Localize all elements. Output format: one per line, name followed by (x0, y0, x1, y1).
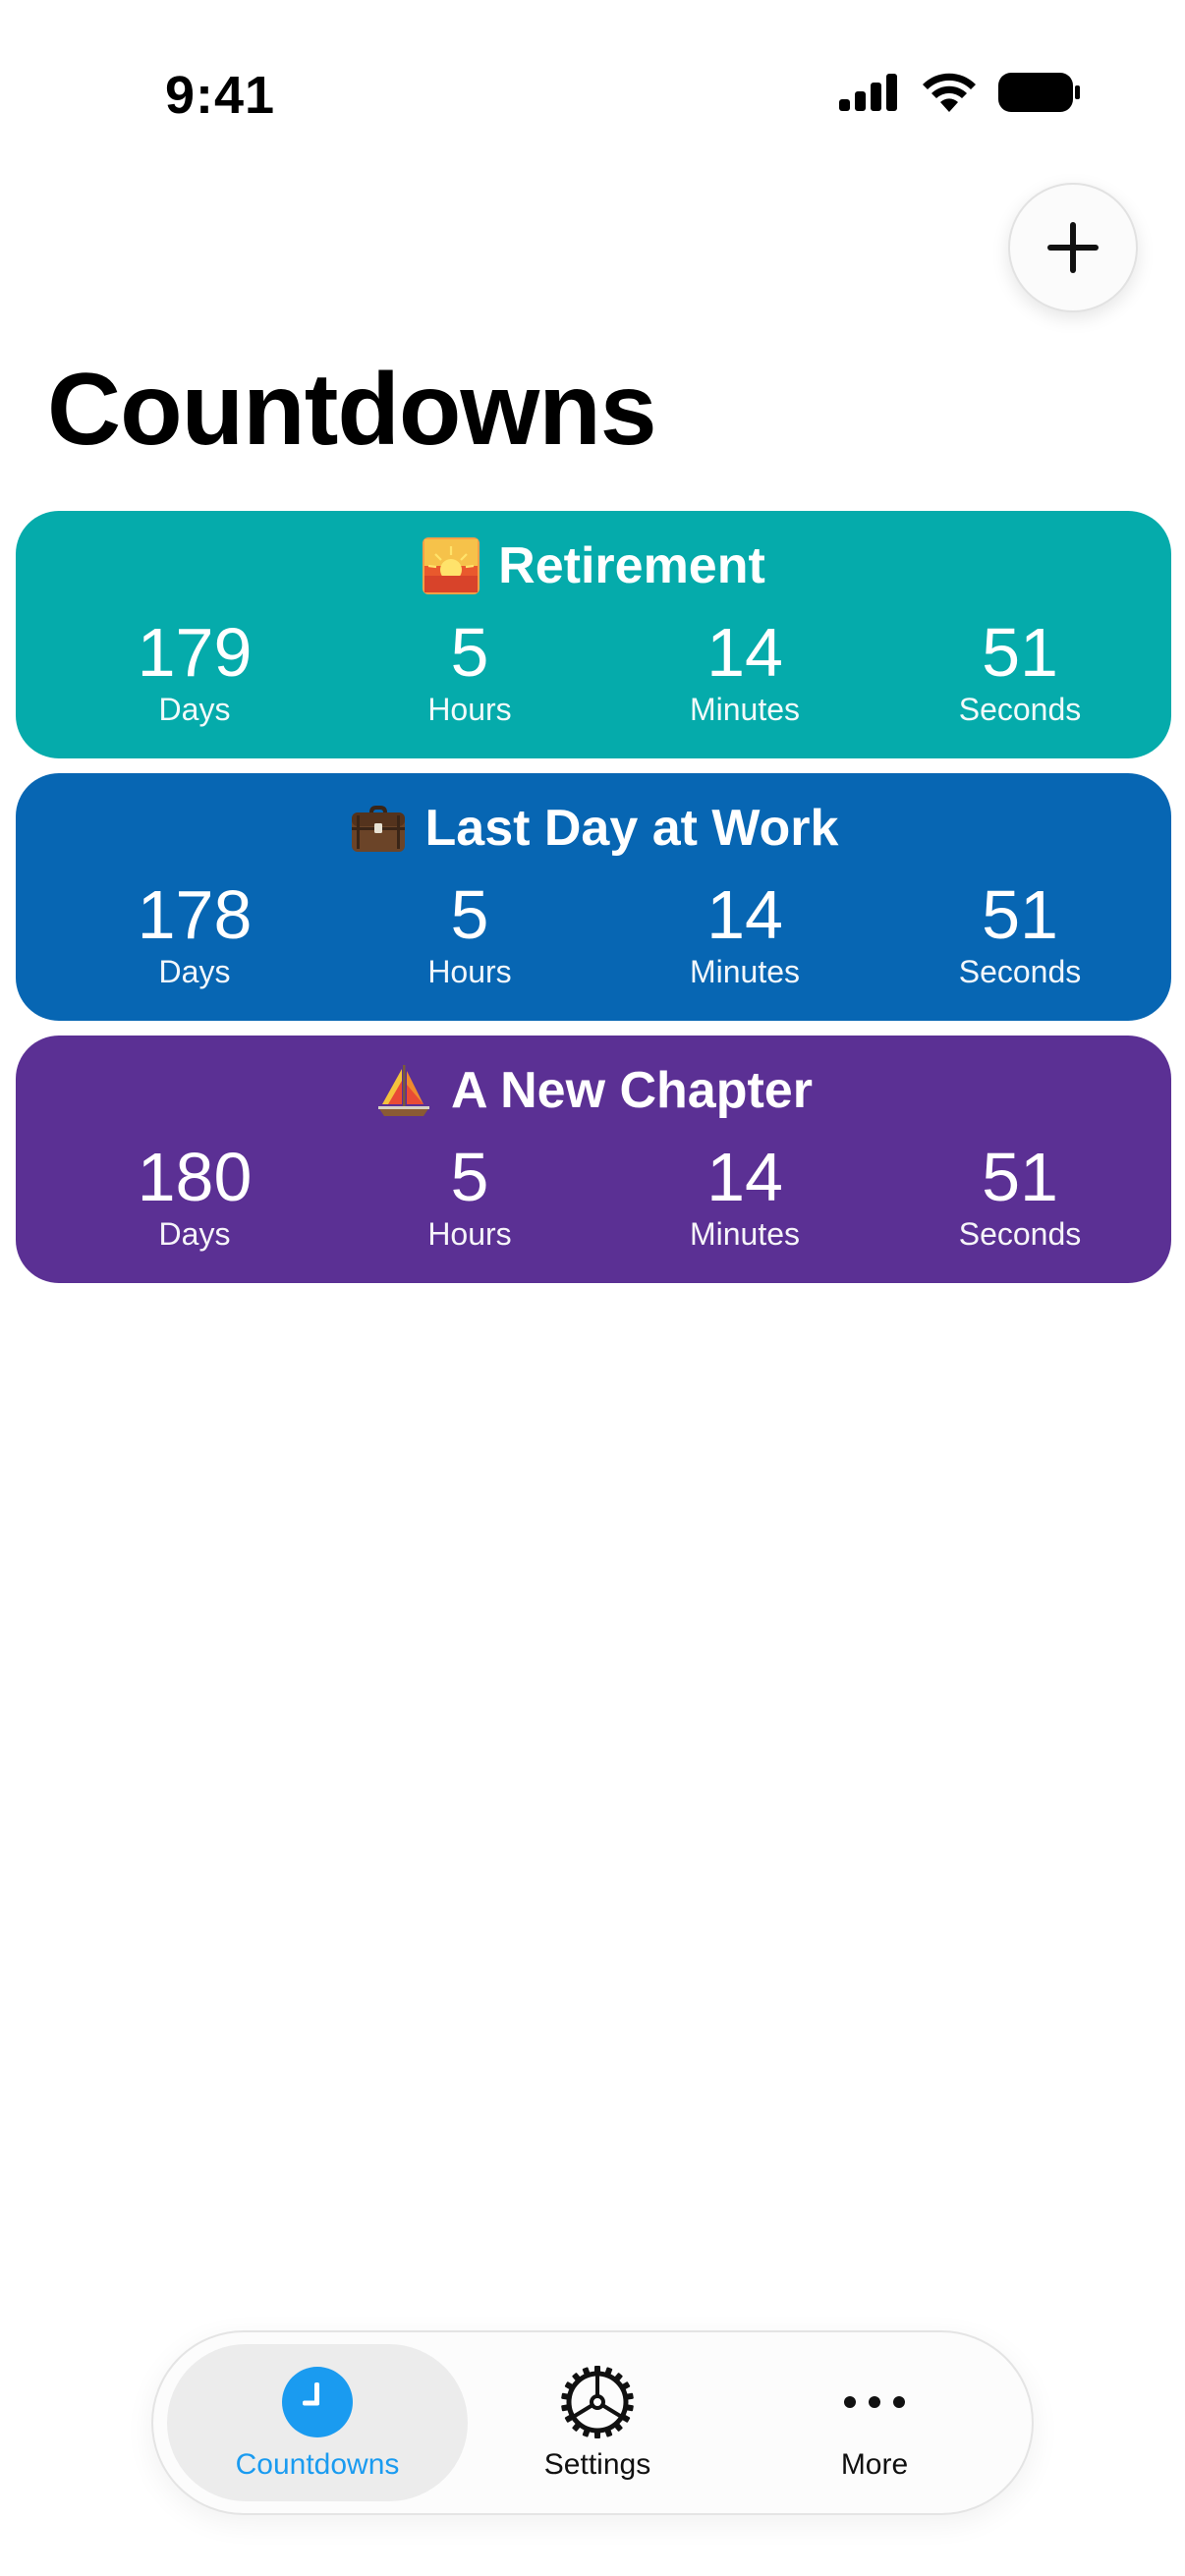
countdown-name: Last Day at Work (424, 800, 839, 857)
hours-label: Hours (427, 1216, 512, 1252)
minutes-value: 14 (706, 876, 783, 953)
minutes-value: 14 (706, 614, 783, 691)
days-label: Days (158, 954, 231, 989)
days-label: Days (158, 1216, 231, 1252)
seconds-unit: 51 Seconds (882, 615, 1157, 729)
minutes-label: Minutes (689, 692, 801, 727)
seconds-value: 51 (982, 614, 1058, 691)
tab-label: More (840, 2448, 909, 2481)
minutes-unit: 14 Minutes (607, 615, 882, 729)
countdown-card-a-new-chapter[interactable]: A New Chapter 180 Days 5 Hours 14 Minute… (16, 1036, 1171, 1283)
tab-label: Settings (543, 2448, 651, 2481)
hours-unit: 5 Hours (332, 615, 607, 729)
page-title: Countdowns (47, 353, 657, 467)
countdown-title: Retirement (16, 536, 1171, 595)
days-unit: 178 Days (57, 877, 332, 991)
seconds-unit: 51 Seconds (882, 877, 1157, 991)
seconds-label: Seconds (958, 954, 1082, 989)
hours-label: Hours (427, 954, 512, 989)
seconds-label: Seconds (958, 692, 1082, 727)
ellipsis-icon (844, 2396, 905, 2408)
minutes-unit: 14 Minutes (607, 1140, 882, 1254)
cellular-signal-icon (839, 74, 897, 111)
tab-label: Countdowns (235, 2448, 400, 2481)
countdown-title: A New Chapter (16, 1061, 1171, 1120)
tab-more[interactable]: More (727, 2344, 1022, 2501)
tab-settings[interactable]: Settings (450, 2344, 745, 2501)
status-bar: 9:41 (0, 0, 1185, 196)
hours-value: 5 (450, 876, 489, 953)
days-unit: 180 Days (57, 1140, 332, 1254)
add-countdown-button[interactable] (1008, 183, 1138, 312)
days-value: 180 (137, 1139, 253, 1215)
days-unit: 179 Days (57, 615, 332, 729)
status-time: 9:41 (165, 66, 276, 125)
minutes-label: Minutes (689, 1216, 801, 1252)
countdown-name: A New Chapter (451, 1062, 813, 1119)
seconds-label: Seconds (958, 1216, 1082, 1252)
countdown-card-last-day-at-work[interactable]: Last Day at Work 178 Days 5 Hours 14 Min… (16, 773, 1171, 1021)
wifi-icon (923, 73, 976, 112)
battery-icon (998, 73, 1080, 112)
tab-bar: Countdowns Settings More (151, 2330, 1034, 2515)
seconds-unit: 51 Seconds (882, 1140, 1157, 1254)
seconds-value: 51 (982, 1139, 1058, 1215)
seconds-value: 51 (982, 876, 1058, 953)
hours-unit: 5 Hours (332, 877, 607, 991)
hours-unit: 5 Hours (332, 1140, 607, 1254)
countdown-card-retirement[interactable]: Retirement 179 Days 5 Hours 14 Minutes 5… (16, 511, 1171, 758)
sunrise-icon (422, 536, 480, 595)
hours-value: 5 (450, 614, 489, 691)
minutes-label: Minutes (689, 954, 801, 989)
countdown-name: Retirement (498, 537, 765, 594)
hours-value: 5 (450, 1139, 489, 1215)
minutes-unit: 14 Minutes (607, 877, 882, 991)
countdown-title: Last Day at Work (16, 799, 1171, 858)
sailboat-icon (374, 1061, 433, 1120)
hours-label: Hours (427, 692, 512, 727)
gear-icon (561, 2366, 634, 2438)
plus-icon (1047, 222, 1099, 273)
clock-icon (282, 2367, 353, 2437)
minutes-value: 14 (706, 1139, 783, 1215)
briefcase-icon (349, 799, 408, 858)
days-value: 179 (137, 614, 253, 691)
tab-countdowns[interactable]: Countdowns (167, 2344, 468, 2501)
days-label: Days (158, 692, 231, 727)
status-icons (839, 73, 1081, 112)
days-value: 178 (137, 876, 253, 953)
